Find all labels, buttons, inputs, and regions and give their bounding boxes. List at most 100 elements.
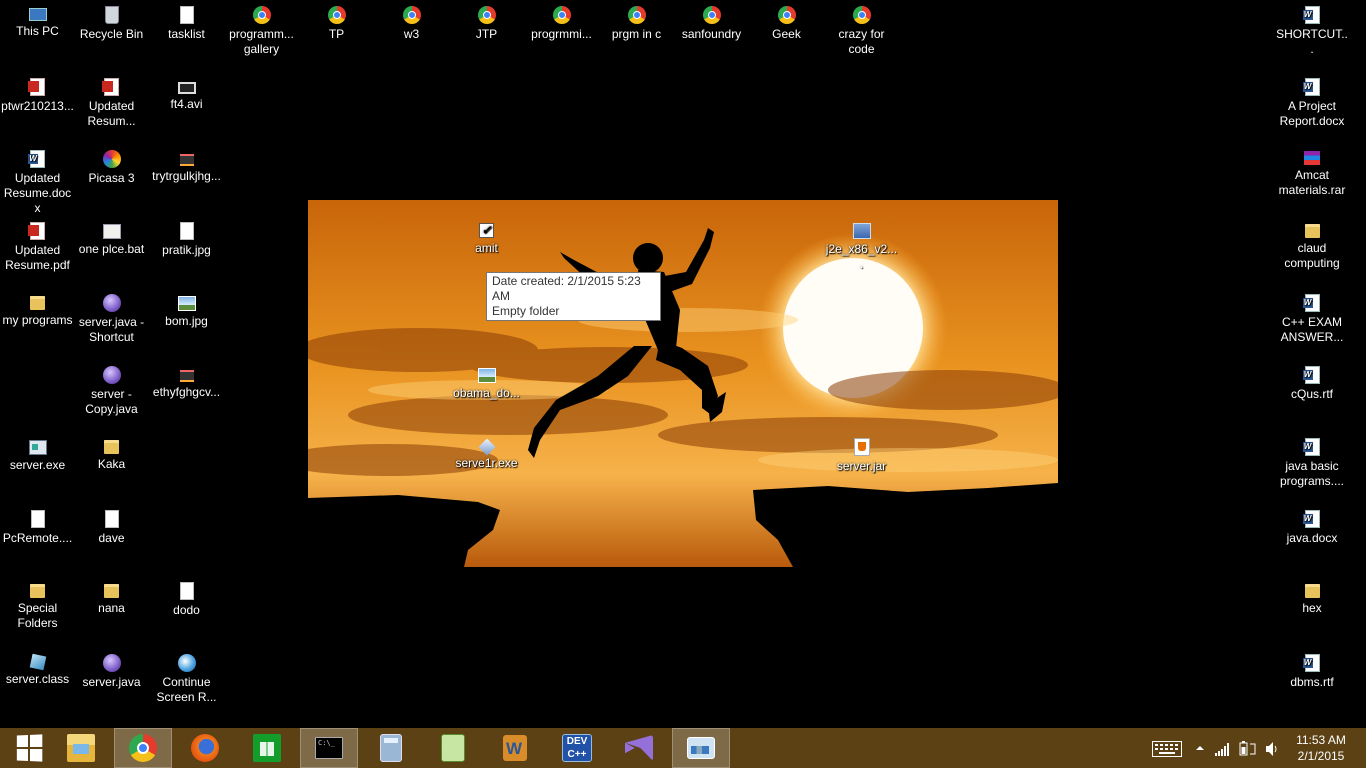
desktop-icon-server-copy-java[interactable]: server - Copy.java <box>74 360 149 417</box>
setup-icon <box>852 223 871 239</box>
taskbar-notepad-plus-plus[interactable] <box>424 728 482 768</box>
desktop-icon-claud-computing[interactable]: claud computing <box>1274 216 1350 271</box>
icon-label: j2e_x86_v2.... <box>825 242 898 271</box>
volume-speaker-icon[interactable] <box>1265 741 1279 760</box>
desktop-icon-bom-jpg[interactable]: bom.jpg <box>149 288 224 329</box>
icon-label: crazy for code <box>838 27 885 56</box>
word-doc-icon <box>1302 78 1320 96</box>
desktop-icon-jtp[interactable]: JTP <box>449 0 524 42</box>
desktop-icon-server-java[interactable]: server.java <box>74 648 149 690</box>
desktop-icon-ft4-avi[interactable]: ft4.avi <box>149 72 224 112</box>
taskbar-remote-monitor[interactable] <box>672 728 730 768</box>
desktop-icon-geek[interactable]: Geek <box>749 0 824 42</box>
start-button[interactable] <box>0 728 58 768</box>
desktop-icon-dave[interactable]: dave <box>74 504 149 546</box>
chrome-shortcut-icon <box>852 6 871 24</box>
desktop-icon-picasa[interactable]: Picasa 3 <box>74 144 149 186</box>
desktop-icon-updated-resum[interactable]: Updated Resum... <box>74 72 149 129</box>
word-doc-icon <box>1302 366 1320 384</box>
icon-label: Picasa 3 <box>88 171 135 185</box>
chrome-shortcut-icon <box>252 6 271 24</box>
desktop-icon-hex[interactable]: hex <box>1274 576 1350 616</box>
taskbar-clock[interactable]: 11:53 AM 2/1/2015 <box>1290 732 1352 764</box>
desktop-icon-updated-resume-docx[interactable]: Updated Resume.docx <box>0 144 75 216</box>
word-doc-icon <box>1302 654 1320 672</box>
desktop-icon-shortcut[interactable]: SHORTCUT... <box>1274 0 1350 57</box>
desktop-icon-obama-do[interactable]: obama_do... <box>449 360 524 401</box>
desktop-icon-java-docx[interactable]: java.docx <box>1274 504 1350 546</box>
folder-icon <box>30 584 45 598</box>
desktop-icon-a-project-report[interactable]: A Project Report.docx <box>1274 72 1350 129</box>
desktop-icon-updated-resume-pdf[interactable]: Updated Resume.pdf <box>0 216 75 273</box>
chrome-shortcut-icon <box>702 6 721 24</box>
desktop-icon-cpp-exam-answer[interactable]: C++ EXAM ANSWER... <box>1274 288 1350 345</box>
desktop-icon-java-basic-programs[interactable]: java basic programs.... <box>1274 432 1350 489</box>
taskbar-dev-cpp[interactable]: DEV C++ <box>548 728 606 768</box>
word-doc-icon <box>1302 438 1320 456</box>
desktop-icon-serve1r-exe[interactable]: serve1r.exe <box>449 432 524 471</box>
icon-label: w3 <box>403 27 420 41</box>
icon-label: Updated Resum... <box>87 99 136 128</box>
desktop-icon-ethyfghgcv[interactable]: ethyfghgcv... <box>149 360 224 400</box>
desktop-icon-recycle-bin[interactable]: Recycle Bin <box>74 0 149 42</box>
desktop-icon-crazy-for-code[interactable]: crazy for code <box>824 0 899 57</box>
icon-label: Special Folders <box>17 601 58 630</box>
icon-label: claud computing <box>1284 241 1340 270</box>
dll-icon <box>179 154 194 166</box>
desktop-icon-sanfoundry[interactable]: sanfoundry <box>674 0 749 42</box>
desktop-icon-tasklist[interactable]: tasklist <box>149 0 224 42</box>
exe-icon <box>28 440 47 455</box>
desktop-icon-special-folders[interactable]: Special Folders <box>0 576 75 631</box>
desktop-icon-programming-gallery[interactable]: programm... gallery <box>224 0 299 57</box>
icon-label: bom.jpg <box>165 314 208 328</box>
desktop-icon-one-plce-bat[interactable]: one plce.bat <box>74 216 149 257</box>
word-doc-icon <box>1302 294 1320 312</box>
icon-label: TP <box>328 27 345 41</box>
taskbar-google-chrome[interactable] <box>114 728 172 768</box>
desktop-icon-nana[interactable]: nana <box>74 576 149 616</box>
taskbar-microsoft-word[interactable] <box>486 728 544 768</box>
desktop-icon-progrmmi[interactable]: progrmmi... <box>524 0 599 42</box>
checkbox-folder-icon: ✓ <box>479 223 494 238</box>
taskbar-firefox[interactable] <box>176 728 234 768</box>
desktop-icon-server-java-shortcut[interactable]: server.java - Shortcut <box>74 288 149 345</box>
desktop-icon-server-jar[interactable]: server.jar <box>824 432 899 474</box>
dev-cpp-icon: DEV C++ <box>562 734 592 762</box>
taskbar-store[interactable] <box>238 728 296 768</box>
taskbar-command-prompt[interactable] <box>300 728 358 768</box>
desktop-icon-pratik-jpg[interactable]: pratik.jpg <box>149 216 224 258</box>
taskbar-visual-studio[interactable] <box>610 728 668 768</box>
desktop-icon-my-programs[interactable]: my programs <box>0 288 75 328</box>
desktop-icon-amit[interactable]: ✓ amit <box>449 216 524 256</box>
desktop-icon-cqus-rtf[interactable]: cQus.rtf <box>1274 360 1350 402</box>
desktop-icon-server-exe[interactable]: server.exe <box>0 432 75 473</box>
desktop-icon-amcat-materials[interactable]: Amcat materials.rar <box>1274 144 1350 198</box>
desktop-icon-pcremote[interactable]: PcRemote.... <box>0 504 75 546</box>
taskbar-calculator[interactable] <box>362 728 420 768</box>
desktop-icon-j2e-setup[interactable]: j2e_x86_v2.... <box>824 216 899 272</box>
desktop-icon-this-pc[interactable]: This PC <box>0 0 75 39</box>
network-signal-icon[interactable] <box>1215 742 1231 759</box>
taskbar-file-explorer[interactable] <box>52 728 110 768</box>
desktop-icon-dodo[interactable]: dodo <box>149 576 224 618</box>
desktop-icon-server-class[interactable]: server.class <box>0 648 75 687</box>
desktop-icon-kaka[interactable]: Kaka <box>74 432 149 472</box>
icon-label: Updated Resume.docx <box>3 171 72 215</box>
battery-power-icon[interactable] <box>1239 741 1257 760</box>
java-icon <box>102 366 121 384</box>
touch-keyboard-icon[interactable] <box>1152 741 1182 760</box>
desktop-icon-tp[interactable]: TP <box>299 0 374 42</box>
clock-date: 2/1/2015 <box>1297 749 1345 763</box>
desktop-icon-prgm-in-c[interactable]: prgm in c <box>599 0 674 42</box>
desktop-icon-ptwr[interactable]: ptwr210213... <box>0 72 75 114</box>
desktop-icon-trytrgulkjhg[interactable]: trytrgulkjhg... <box>149 144 224 184</box>
word-doc-icon <box>28 150 45 168</box>
desktop-icon-continue-screen-r[interactable]: Continue Screen R... <box>149 648 224 705</box>
icon-label: dave <box>98 531 125 545</box>
icon-label: cQus.rtf <box>1290 387 1333 401</box>
show-hidden-icons-chevron-up-icon[interactable] <box>1195 742 1205 757</box>
desktop-icon-dbms-rtf[interactable]: dbms.rtf <box>1274 648 1350 690</box>
file-icon <box>104 510 119 528</box>
chrome-shortcut-icon <box>477 6 496 24</box>
desktop-icon-w3[interactable]: w3 <box>374 0 449 42</box>
